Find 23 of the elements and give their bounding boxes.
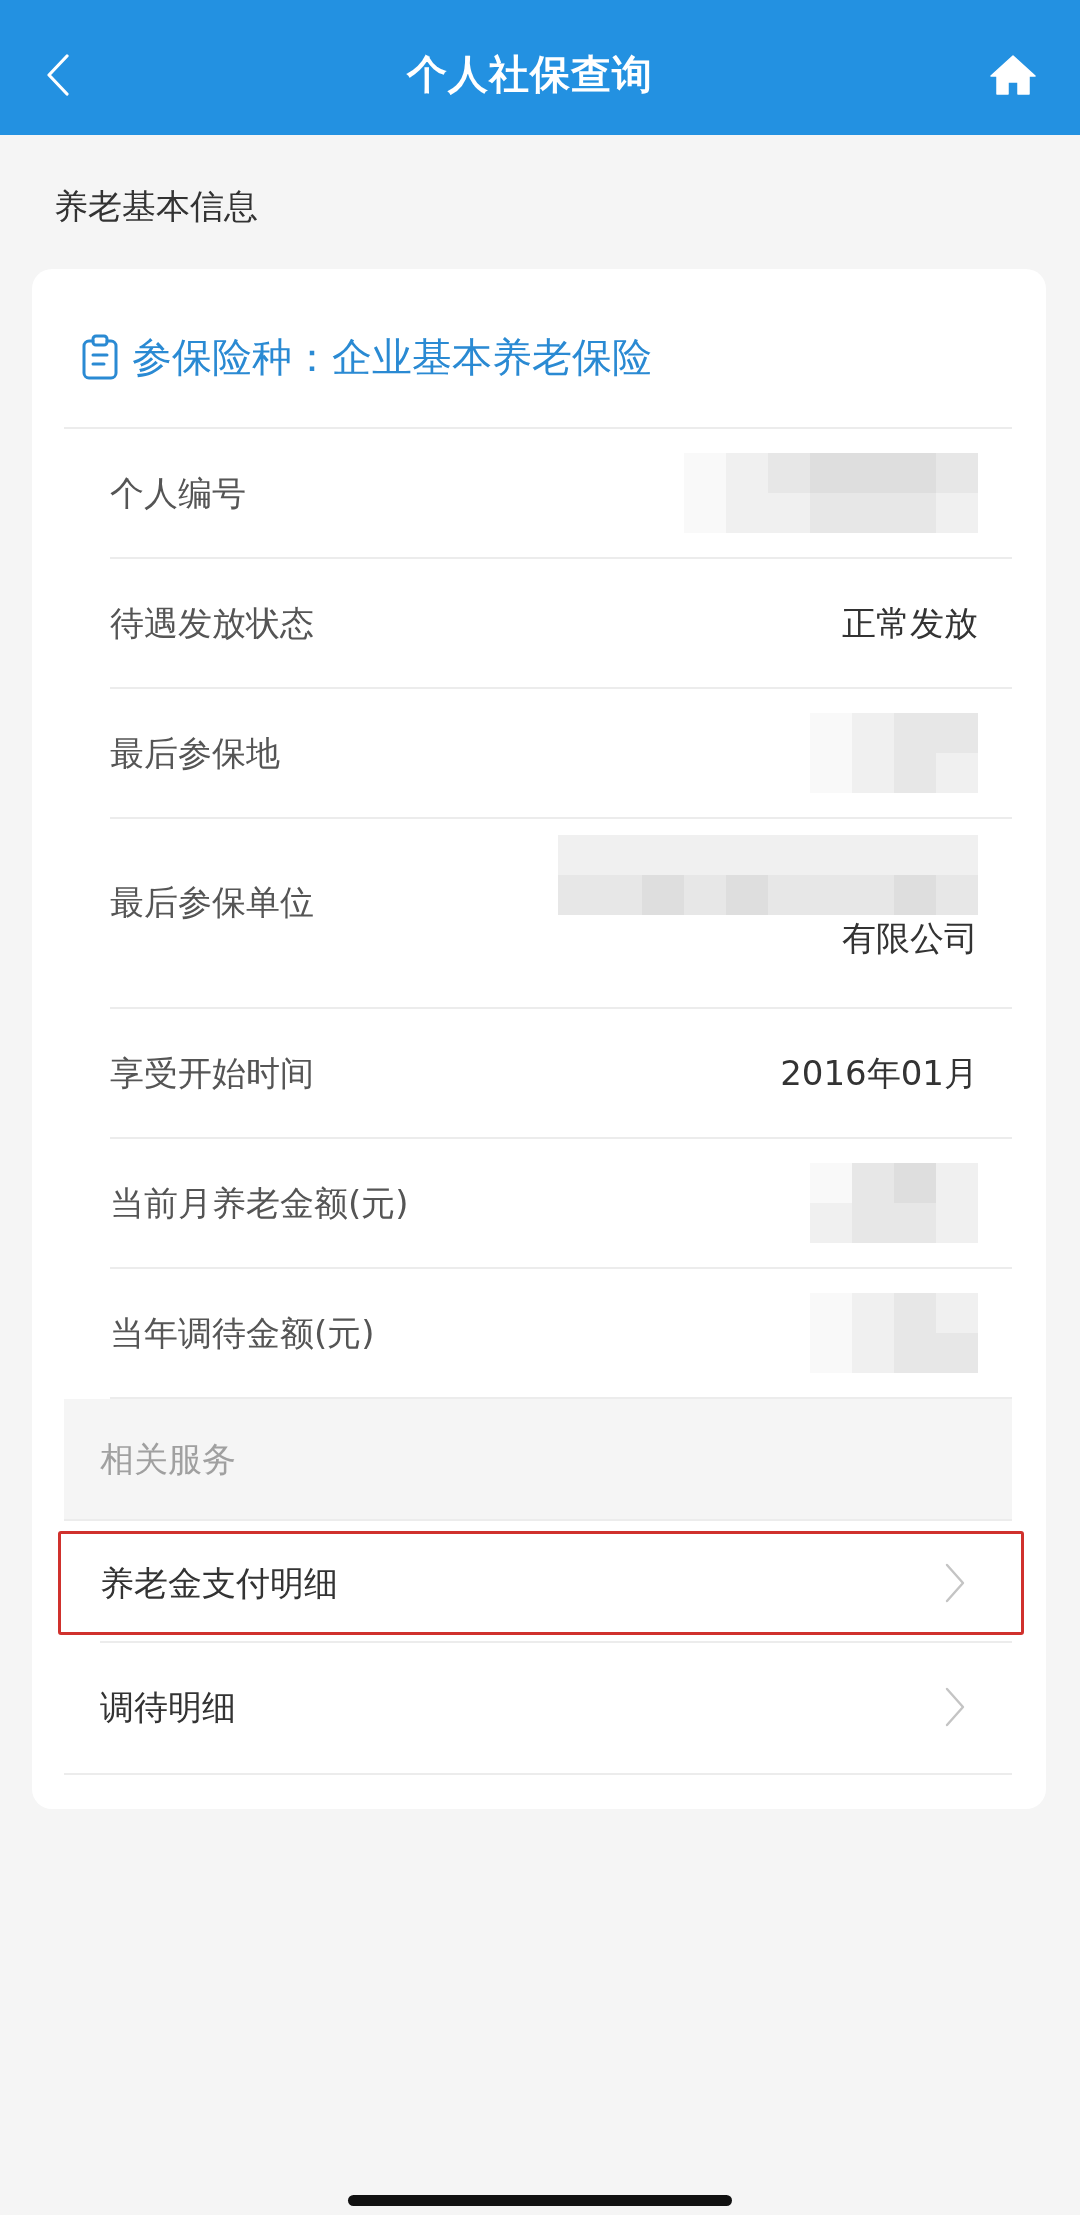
service-item-label: 养老金支付明细: [100, 1562, 338, 1605]
clipboard-icon: [82, 334, 118, 380]
service-item[interactable]: 养老金支付明细: [58, 1531, 1024, 1635]
field-value: 有限公司: [842, 917, 978, 960]
page-title: 个人社保查询: [407, 50, 653, 99]
back-icon[interactable]: [46, 53, 70, 96]
chevron-right-icon: [945, 1687, 965, 1727]
field-label: 待遇发放状态: [110, 602, 314, 645]
field-value: 正常发放: [842, 602, 978, 645]
field-label: 最后参保单位: [110, 881, 314, 924]
service-item-label: 调待明细: [100, 1686, 236, 1729]
section-header-label: 相关服务: [100, 1438, 236, 1481]
home-icon[interactable]: [990, 54, 1036, 95]
chevron-right-icon: [945, 1563, 965, 1603]
field-label: 个人编号: [110, 472, 246, 515]
service-item[interactable]: 调待明细: [58, 1655, 1024, 1759]
field-label: 享受开始时间: [110, 1052, 314, 1095]
section-title: 养老基本信息: [54, 185, 258, 228]
field-label: 最后参保地: [110, 732, 280, 775]
insurance-type: 参保险种：企业基本养老保险: [132, 333, 652, 382]
field-label: 当前月养老金额(元): [110, 1182, 409, 1225]
field-label: 当年调待金额(元): [110, 1312, 375, 1355]
field-value: 2016年01月: [780, 1052, 978, 1095]
